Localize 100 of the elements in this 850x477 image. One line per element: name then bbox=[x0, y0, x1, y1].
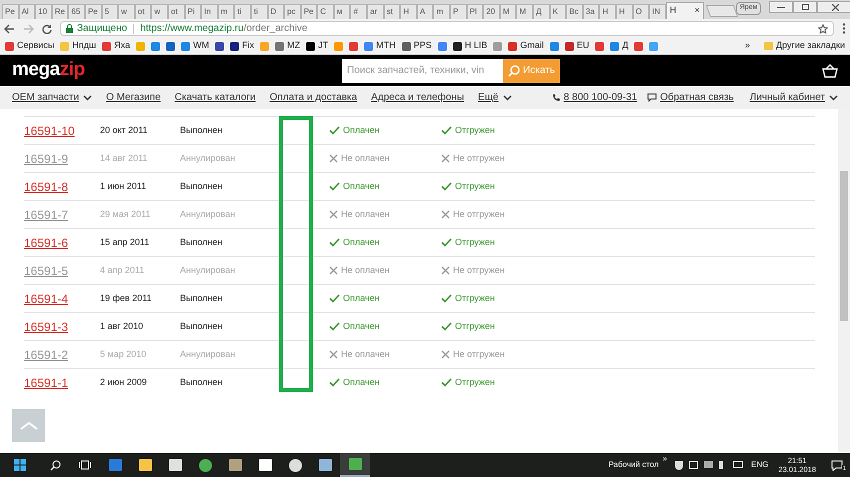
browser-tab[interactable]: m bbox=[433, 4, 450, 19]
browser-tab[interactable]: pc bbox=[284, 4, 301, 19]
order-link[interactable]: 16591-4 bbox=[24, 290, 100, 308]
browser-tab[interactable]: # bbox=[350, 4, 368, 19]
browser-tab[interactable]: Д bbox=[533, 4, 550, 19]
bookmark[interactable]: Нпдш bbox=[60, 39, 96, 53]
bookmark-icon[interactable] bbox=[634, 42, 644, 50]
language-indicator[interactable]: ENG bbox=[751, 459, 768, 471]
desktop-label[interactable]: Рабочий стол bbox=[608, 459, 659, 471]
bookmark[interactable]: Сервисы bbox=[5, 39, 54, 53]
browser-tab[interactable]: ot bbox=[134, 4, 152, 19]
basket-icon[interactable] bbox=[822, 64, 838, 78]
bookmark[interactable]: Яхa bbox=[102, 39, 130, 53]
browser-tab[interactable]: Pi bbox=[184, 4, 202, 19]
restore-icon[interactable] bbox=[793, 1, 818, 13]
search-icon[interactable] bbox=[50, 460, 60, 470]
star-icon[interactable] bbox=[818, 24, 828, 34]
bookmark[interactable]: JT bbox=[306, 39, 328, 53]
menu-icon[interactable] bbox=[842, 23, 846, 34]
browser-tab[interactable]: st bbox=[384, 4, 400, 19]
bookmark-icon[interactable] bbox=[215, 42, 224, 50]
scrollbar-thumb[interactable] bbox=[840, 171, 848, 321]
bookmark-icon[interactable] bbox=[166, 42, 176, 50]
order-link[interactable]: 16591-10 bbox=[24, 122, 100, 140]
bookmark-icon[interactable] bbox=[595, 42, 604, 50]
bookmark[interactable]: WM bbox=[181, 39, 210, 53]
browser-tab[interactable]: m bbox=[218, 4, 234, 19]
nav-link[interactable]: Оплата и доставка bbox=[270, 90, 358, 105]
feedback-link[interactable]: Обратная связь bbox=[647, 90, 734, 105]
browser-tab[interactable]: K bbox=[550, 4, 566, 19]
shield-icon[interactable] bbox=[675, 460, 684, 470]
browser-tab[interactable]: w bbox=[118, 4, 135, 19]
browser-tab[interactable]: 65 bbox=[68, 4, 85, 19]
bookmark-icon[interactable] bbox=[438, 42, 447, 50]
bookmark[interactable]: H LIB bbox=[452, 39, 488, 53]
browser-tab[interactable]: H bbox=[400, 4, 417, 19]
phone-link[interactable]: 8 800 100-09-31 bbox=[552, 90, 638, 105]
bookmark-icon[interactable] bbox=[151, 42, 160, 50]
scrollbar[interactable] bbox=[838, 109, 850, 453]
bookmark-icon[interactable] bbox=[550, 42, 559, 50]
browser-tab[interactable]: w bbox=[151, 4, 168, 19]
address-field[interactable]: Защищено https://www.megazip.ru/order_archive bbox=[60, 21, 834, 36]
browser-tab[interactable]: 3a bbox=[582, 4, 600, 19]
back-icon[interactable] bbox=[4, 24, 15, 34]
browser-tab[interactable]: M bbox=[500, 4, 516, 19]
browser-tab[interactable]: In bbox=[201, 4, 218, 19]
bookmark[interactable]: MZ bbox=[275, 39, 300, 53]
order-link[interactable]: 16591-8 bbox=[24, 178, 100, 196]
browser-tab[interactable]: Pl bbox=[466, 4, 484, 19]
browser-tab[interactable]: IN bbox=[649, 4, 666, 19]
bookmark[interactable]: MTH bbox=[364, 39, 396, 53]
order-link[interactable]: 16591-3 bbox=[24, 318, 100, 336]
close-window-icon[interactable] bbox=[817, 1, 850, 13]
app-icon[interactable] bbox=[318, 459, 332, 471]
nav-link[interactable]: Скачать каталоги bbox=[174, 90, 256, 105]
order-link[interactable]: 16591-1 bbox=[24, 374, 100, 392]
bookmark[interactable]: Gmail bbox=[508, 39, 544, 53]
browser-tab[interactable]: Pe bbox=[300, 4, 318, 19]
browser-tab[interactable]: Al bbox=[18, 4, 36, 19]
bookmark[interactable]: EU bbox=[564, 39, 590, 53]
browser-tab[interactable]: 10 bbox=[35, 4, 52, 19]
nav-link[interactable]: О Мегазипе bbox=[106, 90, 161, 105]
browser-tab[interactable]: ar bbox=[367, 4, 384, 19]
more-bookmarks-button[interactable]: » bbox=[745, 39, 750, 53]
browser-tab[interactable]: Pe bbox=[2, 4, 19, 19]
browser-tab[interactable]: D bbox=[268, 4, 284, 19]
bookmark-icon[interactable] bbox=[349, 42, 358, 50]
app-icon[interactable] bbox=[138, 459, 152, 471]
browser-tab[interactable]: м bbox=[334, 4, 350, 19]
app-icon[interactable] bbox=[258, 459, 272, 471]
app-icon[interactable] bbox=[168, 459, 182, 471]
nav-link[interactable]: Ещё bbox=[478, 90, 512, 105]
browser-tab[interactable]: Pe bbox=[84, 4, 102, 19]
browser-tab[interactable]: ti bbox=[234, 4, 251, 19]
other-bookmarks[interactable]: Другие закладки bbox=[764, 39, 845, 53]
browser-tab[interactable]: A bbox=[416, 4, 434, 19]
nav-link[interactable]: OEM запчасти bbox=[12, 90, 92, 105]
app-icon[interactable] bbox=[288, 458, 302, 472]
task-view-icon[interactable] bbox=[79, 460, 91, 470]
toolbar-chevron[interactable]: » bbox=[662, 453, 668, 465]
bookmark[interactable]: Д bbox=[610, 39, 628, 53]
account-link[interactable]: Личный кабинет bbox=[750, 90, 838, 105]
browser-tab[interactable]: 5 bbox=[102, 4, 118, 19]
browser-tab[interactable]: P bbox=[450, 4, 467, 19]
app-icon[interactable] bbox=[228, 459, 242, 471]
site-logo[interactable]: megazip bbox=[12, 56, 342, 85]
browser-tab[interactable]: C bbox=[317, 4, 334, 19]
browser-tab[interactable]: 20 bbox=[483, 4, 500, 19]
browser-tab[interactable]: ot bbox=[168, 4, 185, 19]
close-tab-button[interactable]: × bbox=[694, 4, 700, 18]
browser-tab[interactable]: H bbox=[616, 4, 633, 19]
browser-tab[interactable]: H × bbox=[666, 2, 704, 19]
browser-tab[interactable]: Bc bbox=[566, 4, 583, 19]
order-link[interactable]: 16591-6 bbox=[24, 234, 100, 252]
minimize-icon[interactable] bbox=[769, 1, 794, 13]
browser-tab[interactable]: ti bbox=[250, 4, 268, 19]
browser-tab[interactable]: Re bbox=[52, 4, 68, 19]
bookmark[interactable]: PPS bbox=[402, 39, 432, 53]
nav-link[interactable]: Адреса и телефоны bbox=[371, 90, 464, 105]
app-icon[interactable] bbox=[198, 458, 212, 472]
